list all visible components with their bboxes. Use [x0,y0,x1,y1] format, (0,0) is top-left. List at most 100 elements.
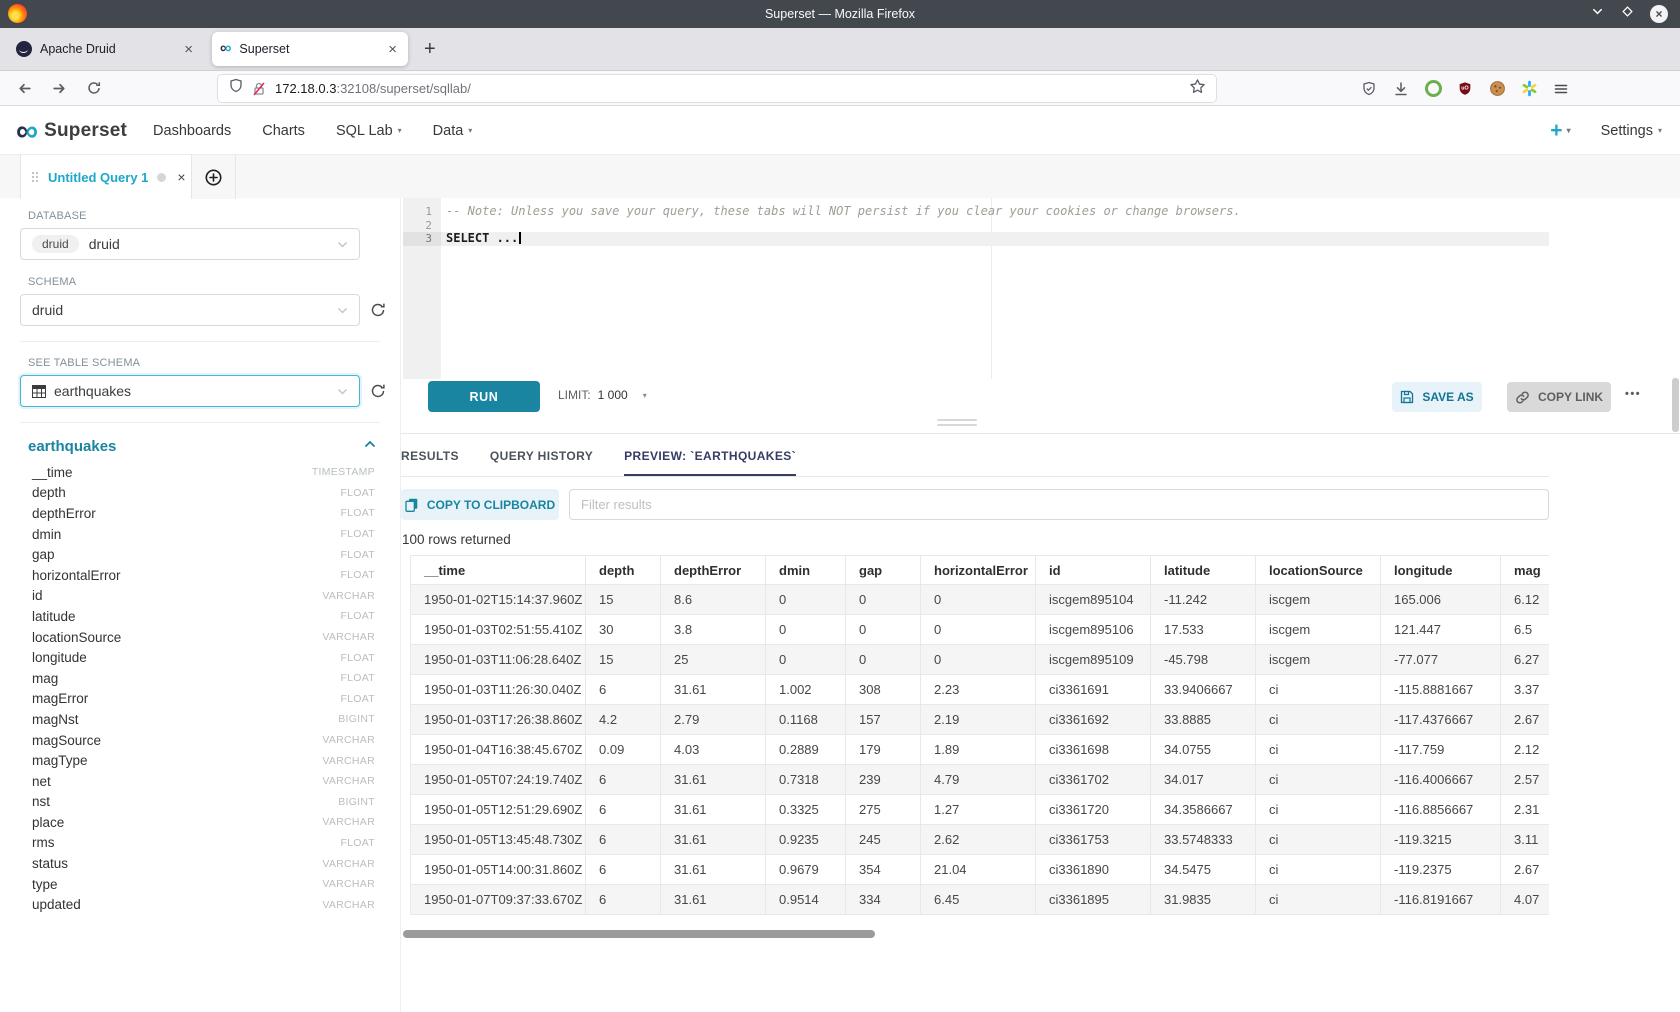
column-header-gap[interactable]: gap [846,556,921,585]
copy-to-clipboard-label: COPY TO CLIPBOARD [427,498,555,512]
schema-column-row: nstBIGINT [0,792,400,813]
table-cell: 0 [846,645,921,675]
collapse-chevron-up-icon[interactable] [364,437,376,455]
query-tab[interactable]: Untitled Query 1 × [20,155,192,199]
schema-column-row: typeVARCHAR [0,874,400,895]
column-header-longitude[interactable]: longitude [1381,556,1501,585]
column-header-horizontalerror[interactable]: horizontalError [921,556,1036,585]
drag-handle-icon[interactable] [31,171,39,183]
table-cell: 3.37 [1501,675,1550,705]
add-query-tab-button[interactable] [192,155,236,199]
column-name: __time [32,465,312,480]
window-maximize-icon[interactable] [1620,4,1635,24]
column-header-dmin[interactable]: dmin [766,556,846,585]
table-cell: ci [1256,885,1381,915]
forward-icon[interactable] [51,80,68,102]
ublock-origin-icon[interactable]: uO [1456,80,1474,98]
table-row: 1950-01-03T11:26:30.040Z631.611.0023082.… [411,675,1550,705]
nav-item-data[interactable]: Data▾ [433,123,473,139]
superset-logo-icon[interactable]: ∞ [16,115,38,146]
table-row: 1950-01-05T12:51:29.690Z631.610.33252751… [411,795,1550,825]
nav-item-charts[interactable]: Charts [262,123,305,139]
table-cell: 1950-01-03T17:26:38.860Z [411,705,586,735]
query-tab-close-icon[interactable]: × [177,170,185,184]
download-icon[interactable] [1392,80,1410,98]
reload-icon[interactable] [86,80,102,101]
column-header-time[interactable]: __time [411,556,586,585]
cookie-icon[interactable] [1488,80,1506,98]
table-cell: 3.11 [1501,825,1550,855]
settings-menu[interactable]: Settings▾ [1601,123,1662,139]
results-tab-preview[interactable]: PREVIEW: `EARTHQUAKES` [624,438,796,476]
copy-to-clipboard-button[interactable]: COPY TO CLIPBOARD [401,489,559,520]
brand-name[interactable]: Superset [44,120,127,142]
schema-column-row: magTypeVARCHAR [0,750,400,771]
nav-menu: Dashboards Charts SQL Lab▾ Data▾ [153,123,472,139]
column-header-id[interactable]: id [1036,556,1151,585]
tab-close-icon[interactable]: × [385,41,400,58]
column-name: depthError [32,506,340,521]
table-cell: 31.61 [661,855,766,885]
column-header-depth[interactable]: depth [586,556,661,585]
more-actions-button[interactable]: ••• [1625,388,1641,400]
url-bar[interactable]: 172.18.0.3:32108/superset/sqllab/ [218,75,1216,102]
limit-dropdown[interactable]: LIMIT: 1 000 ▾ [558,388,647,402]
table-cell: ci [1256,825,1381,855]
column-type: FLOAT [340,569,375,581]
results-tab-results[interactable]: RESULTS [401,438,459,476]
table-cell: 354 [846,855,921,885]
refresh-schemas-icon[interactable] [369,301,387,319]
query-tab-title[interactable]: Untitled Query 1 [48,170,148,185]
bookmark-star-icon[interactable] [1189,78,1206,100]
column-header-mag[interactable]: mag [1501,556,1550,585]
table-select[interactable]: earthquakes [20,375,360,407]
run-query-button[interactable]: RUN [428,381,540,412]
column-header-deptherror[interactable]: depthError [661,556,766,585]
column-type: VARCHAR [322,899,375,911]
query-tabs-bar: Untitled Query 1 × [0,155,1680,199]
column-header-locationsource[interactable]: locationSource [1256,556,1381,585]
nav-item-dashboards[interactable]: Dashboards [153,123,231,139]
table-cell: 4.2 [586,705,661,735]
table-schema-title[interactable]: earthquakes [28,438,364,455]
preview-table-container[interactable]: __timedepthdepthErrordmingaphorizontalEr… [410,555,1549,916]
tab-close-icon[interactable]: × [181,41,196,58]
window-minimize-icon[interactable] [1590,4,1605,24]
copy-link-button[interactable]: COPY LINK [1507,382,1611,412]
pane-resize-handle[interactable] [937,419,977,429]
horizontal-scrollbar[interactable] [403,930,875,938]
table-cell: 179 [846,735,921,765]
editor-code-area[interactable]: -- Note: Unless you save your query, the… [441,198,1549,379]
browser-tab-apache-druid[interactable]: Apache Druid × [8,32,204,66]
sql-code-editor[interactable]: 123 -- Note: Unless you save your query,… [403,198,1549,379]
extension-green-icon[interactable] [1424,80,1442,98]
url-text[interactable]: 172.18.0.3:32108/superset/sqllab/ [275,81,1189,96]
new-tab-button[interactable]: + [424,39,436,59]
insecure-lock-icon[interactable] [251,81,267,97]
browser-toolbar: 172.18.0.3:32108/superset/sqllab/ uO [0,70,1680,106]
schema-column-row: magFLOAT [0,668,400,689]
browser-tab-superset[interactable]: ∞ Superset × [212,32,408,66]
database-select[interactable]: druid druid [20,228,360,260]
refresh-tables-icon[interactable] [369,382,387,400]
table-cell: ci [1256,795,1381,825]
table-cell: 15 [586,645,661,675]
column-header-latitude[interactable]: latitude [1151,556,1256,585]
tracking-shield-icon[interactable] [228,78,244,99]
protections-shield-icon[interactable] [1360,80,1378,98]
results-tab-query-history[interactable]: QUERY HISTORY [490,438,593,476]
column-name: depth [32,485,340,500]
table-cell: 0 [766,585,846,615]
window-close-icon[interactable]: × [1650,5,1668,23]
vertical-scrollbar[interactable] [1672,378,1679,432]
new-item-button[interactable]: +▾ [1550,120,1570,141]
extension-star-icon[interactable] [1520,80,1538,98]
schema-select[interactable]: druid [20,294,360,326]
table-cell: 30 [586,615,661,645]
menu-icon[interactable] [1552,80,1570,98]
save-as-button[interactable]: SAVE AS [1392,382,1482,412]
nav-item-sql-lab[interactable]: SQL Lab▾ [336,123,402,139]
back-icon[interactable] [16,80,33,102]
column-name: id [32,588,322,603]
filter-results-input[interactable] [569,489,1549,520]
